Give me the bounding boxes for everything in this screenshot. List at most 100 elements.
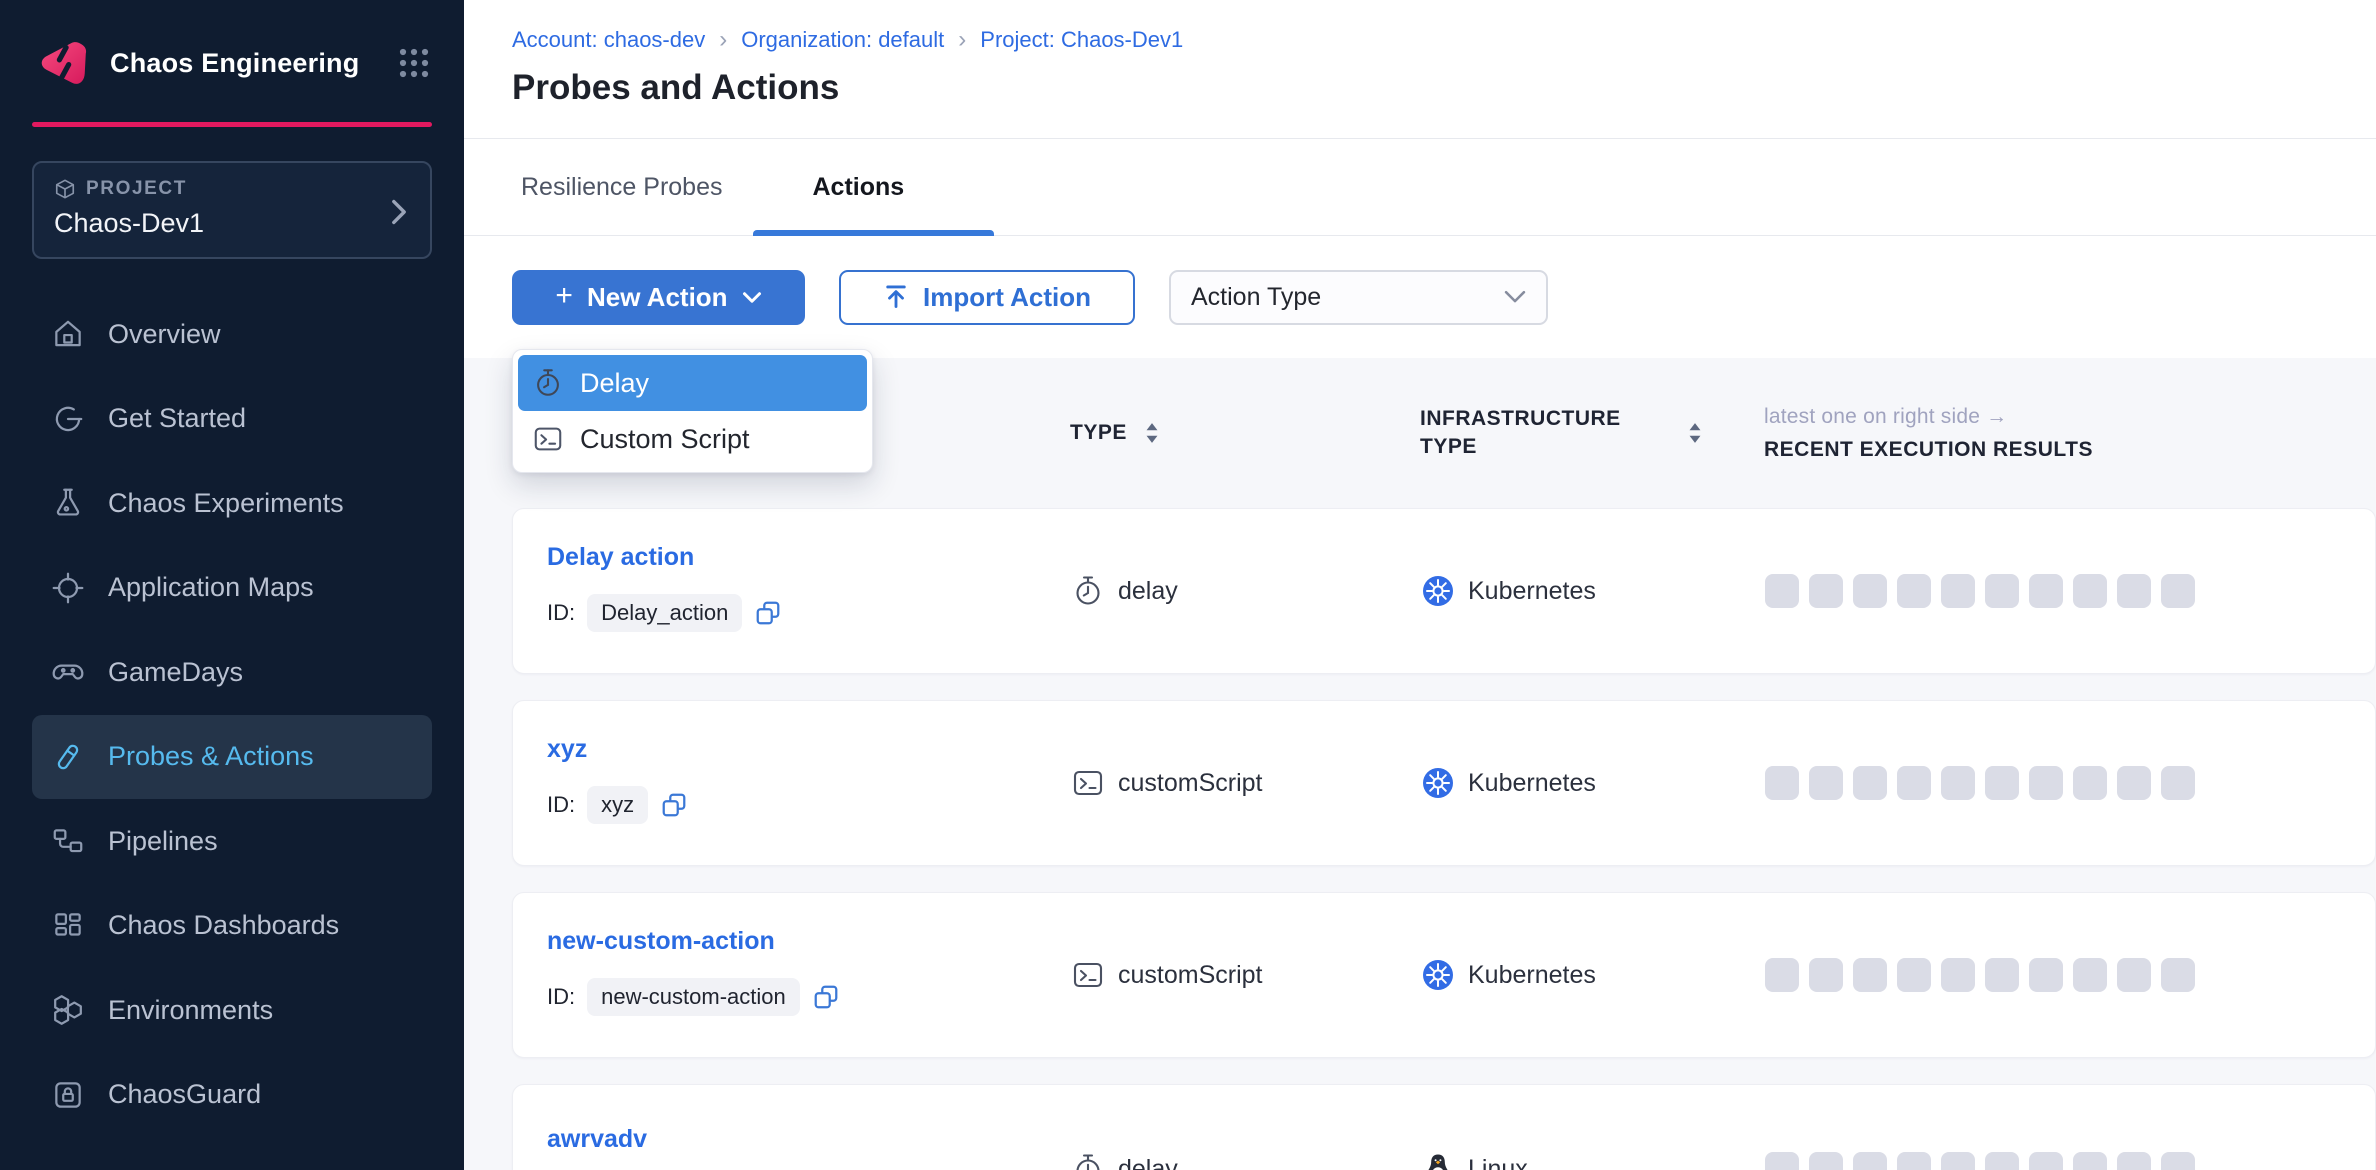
execution-result-tile [1765, 766, 1799, 800]
sidebar-item-gamedays[interactable]: GameDays [32, 630, 432, 715]
execution-result-tile [2029, 958, 2063, 992]
execution-result-tile [2117, 958, 2151, 992]
table-row[interactable]: xyz ID: xyz customScript Kubernetes [512, 700, 2376, 866]
menu-item-delay[interactable]: Delay [518, 355, 867, 411]
tab-resilience-probes[interactable]: Resilience Probes [521, 173, 723, 202]
execution-result-tile [1941, 766, 1975, 800]
execution-result-tile [2161, 574, 2195, 608]
sort-icon[interactable] [1143, 421, 1161, 445]
table-row[interactable]: Delay action ID: Delay_action delay Kube… [512, 508, 2376, 674]
import-action-button[interactable]: Import Action [839, 270, 1135, 325]
action-name-link[interactable]: new-custom-action [547, 927, 1071, 956]
copy-icon[interactable] [812, 983, 840, 1011]
execution-result-tile [1897, 1152, 1931, 1170]
new-action-dropdown-menu: Delay Custom Script [512, 349, 873, 473]
execution-result-tile [1985, 574, 2019, 608]
sidebar-item-chaosguard[interactable]: ChaosGuard [32, 1053, 432, 1138]
sidebar-item-probes-actions[interactable]: Probes & Actions [32, 715, 432, 800]
execution-result-tile [1941, 574, 1975, 608]
recent-execution-results [1765, 766, 2375, 800]
execution-result-tile [1853, 766, 1887, 800]
project-label: PROJECT [54, 178, 410, 200]
stopwatch-icon [1071, 1152, 1105, 1170]
harness-chaos-logo-icon[interactable] [34, 34, 92, 92]
breadcrumb-project[interactable]: Project: Chaos-Dev1 [980, 27, 1183, 53]
kubernetes-icon [1421, 766, 1455, 800]
table-row[interactable]: new-custom-action ID: new-custom-action … [512, 892, 2376, 1058]
new-action-button[interactable]: + New Action [512, 270, 805, 325]
copy-icon[interactable] [754, 599, 782, 627]
row-name-cell: xyz ID: xyz [547, 701, 1071, 865]
action-id-row: ID: new-custom-action [547, 978, 1071, 1016]
module-switcher-grid-icon[interactable] [396, 45, 432, 81]
action-name-link[interactable]: awrvadv [547, 1125, 1071, 1154]
execution-result-tile [1809, 958, 1843, 992]
row-name-cell: new-custom-action ID: new-custom-action [547, 893, 1071, 1057]
execution-result-tile [1941, 1152, 1975, 1170]
active-tab-indicator [753, 230, 994, 236]
chevron-down-icon [1504, 290, 1526, 304]
action-name-link[interactable]: xyz [547, 735, 1071, 764]
breadcrumb-separator: › [958, 26, 966, 54]
execution-result-tile [2117, 574, 2151, 608]
execution-result-tile [1809, 766, 1843, 800]
tab-bar: Resilience Probes Actions [464, 139, 2376, 236]
lock-icon [50, 1077, 86, 1113]
hexagons-icon [50, 992, 86, 1028]
sidebar-item-application-maps[interactable]: Application Maps [32, 546, 432, 631]
sidebar-item-chaos-dashboards[interactable]: Chaos Dashboards [32, 884, 432, 969]
execution-result-tile [1809, 574, 1843, 608]
sidebar-item-get-started[interactable]: Get Started [32, 377, 432, 462]
action-name-link[interactable]: Delay action [547, 543, 1071, 572]
execution-result-tile [2029, 574, 2063, 608]
sidebar-nav: Overview Get Started Chaos Experiments A… [0, 292, 464, 1137]
menu-item-custom-script[interactable]: Custom Script [518, 411, 867, 467]
execution-result-tile [1765, 958, 1799, 992]
chevron-down-icon [742, 291, 762, 304]
type-cell: delay [1071, 574, 1421, 608]
cube-icon [54, 178, 76, 200]
execution-result-tile [2073, 1152, 2107, 1170]
home-icon [50, 316, 86, 352]
type-cell: customScript [1071, 766, 1421, 800]
sidebar-item-environments[interactable]: Environments [32, 968, 432, 1053]
breadcrumb-organization[interactable]: Organization: default [741, 27, 944, 53]
main-content: Account: chaos-dev › Organization: defau… [464, 0, 2376, 1170]
action-id-row: ID: Delay_action [547, 594, 1071, 632]
breadcrumb-account[interactable]: Account: chaos-dev [512, 27, 705, 53]
execution-result-tile [1853, 574, 1887, 608]
sidebar-item-chaos-experiments[interactable]: Chaos Experiments [32, 461, 432, 546]
copy-icon[interactable] [660, 791, 688, 819]
project-selector[interactable]: PROJECT Chaos-Dev1 [32, 161, 432, 259]
stopwatch-icon [1071, 574, 1105, 608]
type-cell: delay [1071, 1152, 1421, 1170]
action-type-filter[interactable]: Action Type [1169, 270, 1548, 325]
kubernetes-icon [1421, 958, 1455, 992]
page-title: Probes and Actions [512, 68, 2376, 108]
sidebar-item-pipelines[interactable]: Pipelines [32, 799, 432, 884]
infrastructure-cell: Linux [1421, 1152, 1765, 1170]
terminal-icon [532, 423, 564, 455]
execution-result-tile [1765, 574, 1799, 608]
execution-result-tile [1897, 958, 1931, 992]
execution-result-tile [2117, 1152, 2151, 1170]
execution-result-tile [2117, 766, 2151, 800]
tab-actions[interactable]: Actions [813, 173, 905, 202]
execution-result-tile [2161, 1152, 2195, 1170]
action-id-value: new-custom-action [587, 978, 800, 1016]
execution-result-tile [1897, 766, 1931, 800]
sort-icon[interactable] [1686, 421, 1704, 445]
app-window: Chaos Engineering PROJECT Chaos-Dev1 [0, 0, 2376, 1170]
sidebar: Chaos Engineering PROJECT Chaos-Dev1 [0, 0, 464, 1170]
dashboard-grid-icon [50, 908, 86, 944]
column-header-recent-execution-results: latest one on right side → RECENT EXECUT… [1764, 405, 2376, 462]
project-name: Chaos-Dev1 [54, 208, 410, 239]
sidebar-item-overview[interactable]: Overview [32, 292, 432, 377]
action-id-value: xyz [587, 786, 648, 824]
flask-icon [50, 485, 86, 521]
recent-execution-results [1765, 574, 2375, 608]
sidebar-header: Chaos Engineering [0, 0, 464, 112]
table-row[interactable]: awrvadv delay Linux [512, 1084, 2376, 1170]
breadcrumb-separator: › [719, 26, 727, 54]
terminal-icon [1071, 958, 1105, 992]
